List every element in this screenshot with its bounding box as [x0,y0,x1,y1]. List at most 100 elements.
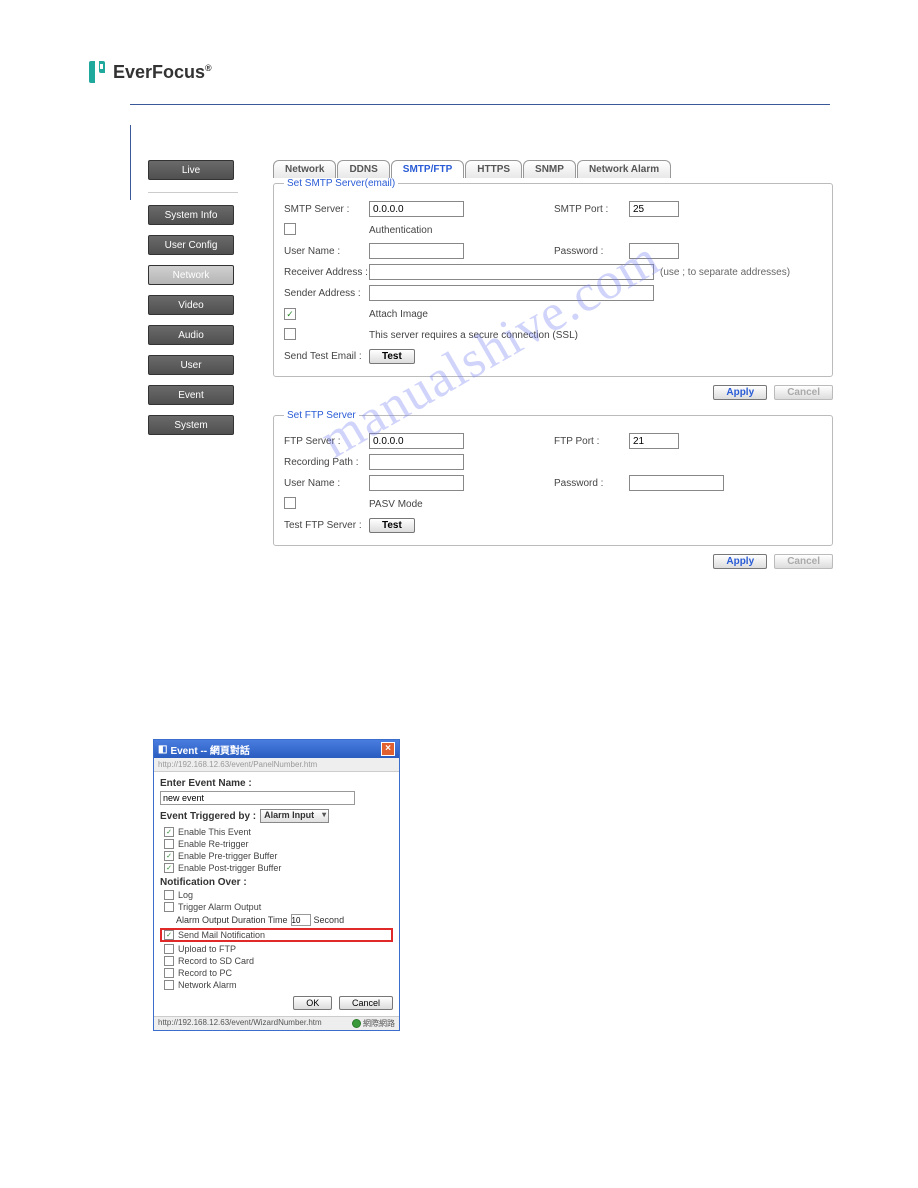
event-dialog: ◧ Event -- 網頁對話 × http://192.168.12.63/e… [153,739,400,1031]
sidebar-item-video[interactable]: Video [148,295,234,315]
record-sd-checkbox[interactable] [164,956,174,966]
sidebar-item-event[interactable]: Event [148,385,234,405]
sidebar-item-network[interactable]: Network [148,265,234,285]
enable-post-label: Enable Post-trigger Buffer [178,863,281,873]
attach-label: Attach Image [369,309,428,320]
content-panel: Network DDNS SMTP/FTP HTTPS SNMP Network… [273,160,833,569]
sidebar-item-user-config[interactable]: User Config [148,235,234,255]
sidebar-item-system[interactable]: System [148,415,234,435]
ftp-server-label: FTP Server : [284,436,369,447]
record-pc-label: Record to PC [178,968,232,978]
recv-label: Receiver Address : [284,267,369,278]
tab-bar: Network DDNS SMTP/FTP HTTPS SNMP Network… [273,160,833,178]
network-alarm-label: Network Alarm [178,980,237,990]
upload-ftp-checkbox[interactable] [164,944,174,954]
smtp-port-input[interactable] [629,201,679,217]
test-ftp-label: Test FTP Server : [284,520,369,531]
smtp-fieldset: Set SMTP Server(email) SMTP Server : SMT… [273,178,833,377]
smtp-server-input[interactable] [369,201,464,217]
auth-label: Authentication [369,225,432,236]
event-name-label: Enter Event Name : [160,778,393,789]
network-alarm-checkbox[interactable] [164,980,174,990]
pasv-label: PASV Mode [369,499,423,510]
attach-checkbox[interactable]: ✓ [284,308,296,320]
ftp-port-input[interactable] [629,433,679,449]
pasv-checkbox[interactable] [284,497,296,509]
log-checkbox[interactable] [164,890,174,900]
enable-event-label: Enable This Event [178,827,251,837]
logo: EverFocus® [0,0,918,84]
trigger-select[interactable]: Alarm Input [260,809,329,823]
enable-pre-checkbox[interactable]: ✓ [164,851,174,861]
test-ftp-button[interactable]: Test [369,518,415,533]
duration-unit: Second [314,915,345,925]
smtp-user-input[interactable] [369,243,464,259]
sender-input[interactable] [369,285,654,301]
ftp-pass-input[interactable] [629,475,724,491]
auth-checkbox[interactable] [284,223,296,235]
ftp-server-input[interactable] [369,433,464,449]
dialog-icon: ◧ [158,744,167,755]
test-email-label: Send Test Email : [284,351,369,362]
enable-pre-label: Enable Pre-trigger Buffer [178,851,277,861]
sidebar-item-system-info[interactable]: System Info [148,205,234,225]
tab-network-alarm[interactable]: Network Alarm [577,160,671,178]
status-zone: 網際網路 [363,1018,395,1029]
event-name-input[interactable] [160,791,355,805]
record-sd-label: Record to SD Card [178,956,254,966]
ftp-apply-button[interactable]: Apply [713,554,767,569]
enable-retrigger-label: Enable Re-trigger [178,839,249,849]
trigger-alarm-label: Trigger Alarm Output [178,902,261,912]
dialog-titlebar[interactable]: ◧ Event -- 網頁對話 × [154,740,399,758]
dialog-title: Event -- 網頁對話 [170,742,249,757]
tab-smtp-ftp[interactable]: SMTP/FTP [391,160,464,178]
status-url: http://192.168.12.63/event/WizardNumber.… [158,1018,322,1029]
sidebar: Live System Info User Config Network Vid… [148,160,238,569]
dialog-status-bar: http://192.168.12.63/event/WizardNumber.… [154,1016,399,1030]
tab-https[interactable]: HTTPS [465,160,522,178]
divider [130,104,830,105]
sidebar-item-user[interactable]: User [148,355,234,375]
ftp-legend: Set FTP Server [284,410,359,421]
smtp-cancel-button[interactable]: Cancel [774,385,833,400]
ssl-checkbox[interactable] [284,328,296,340]
smtp-pass-input[interactable] [629,243,679,259]
test-email-button[interactable]: Test [369,349,415,364]
tab-network[interactable]: Network [273,160,336,178]
close-icon[interactable]: × [381,742,395,756]
ftp-cancel-button[interactable]: Cancel [774,554,833,569]
rec-path-label: Recording Path : [284,457,369,468]
smtp-apply-button[interactable]: Apply [713,385,767,400]
dialog-address: http://192.168.12.63/event/PanelNumber.h… [154,758,399,772]
rec-path-input[interactable] [369,454,464,470]
dialog-cancel-button[interactable]: Cancel [339,996,393,1010]
ftp-user-label: User Name : [284,478,369,489]
record-pc-checkbox[interactable] [164,968,174,978]
trigger-alarm-checkbox[interactable] [164,902,174,912]
divider [148,192,238,193]
smtp-user-label: User Name : [284,246,369,257]
smtp-pass-label: Password : [554,246,629,257]
globe-icon [352,1019,361,1028]
enable-post-checkbox[interactable]: ✓ [164,863,174,873]
notification-label: Notification Over : [160,877,393,888]
sidebar-item-live[interactable]: Live [148,160,234,180]
sender-label: Sender Address : [284,288,369,299]
send-mail-checkbox[interactable]: ✓ [164,930,174,940]
duration-label: Alarm Output Duration Time [176,915,288,925]
enable-retrigger-checkbox[interactable] [164,839,174,849]
ftp-pass-label: Password : [554,478,629,489]
ftp-user-input[interactable] [369,475,464,491]
smtp-server-label: SMTP Server : [284,204,369,215]
enable-event-checkbox[interactable]: ✓ [164,827,174,837]
log-label: Log [178,890,193,900]
dialog-ok-button[interactable]: OK [293,996,332,1010]
tab-ddns[interactable]: DDNS [337,160,389,178]
divider [130,125,131,200]
recv-input[interactable] [369,264,654,280]
duration-input[interactable] [291,914,311,926]
ftp-fieldset: Set FTP Server FTP Server : FTP Port : R… [273,410,833,546]
sidebar-item-audio[interactable]: Audio [148,325,234,345]
recv-hint: (use ; to separate addresses) [660,267,790,278]
tab-snmp[interactable]: SNMP [523,160,576,178]
